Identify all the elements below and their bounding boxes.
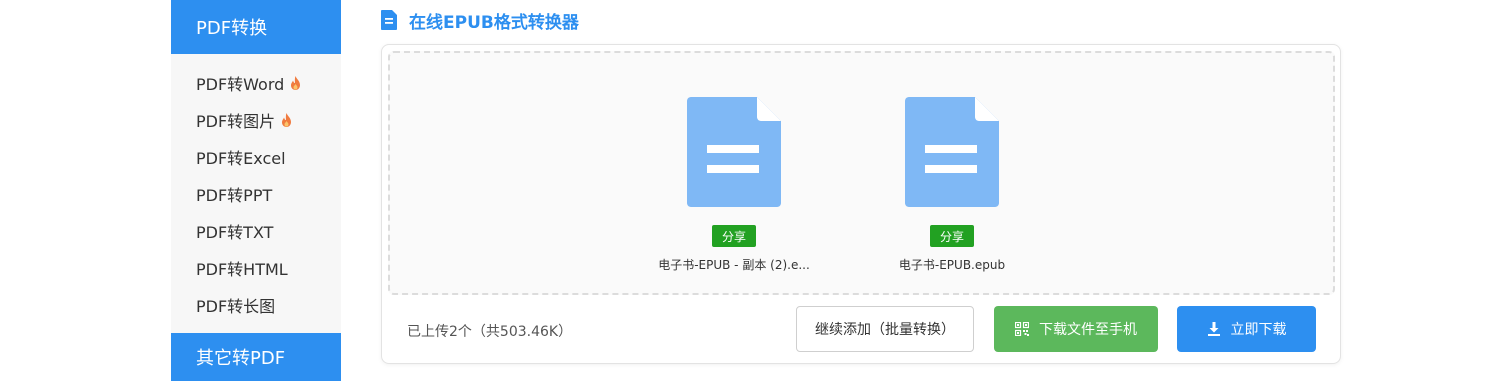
document-icon: [381, 10, 397, 30]
file-item: 分享 电子书-EPUB.epub: [872, 97, 1032, 273]
sidebar-item-label: PDF转TXT: [196, 222, 274, 242]
fire-icon: [291, 75, 301, 90]
file-item: 分享 电子书-EPUB - 副本 (2).e...: [654, 97, 814, 273]
download-icon: [1207, 322, 1220, 336]
sidebar-item-pdf-to-txt[interactable]: PDF转TXT: [171, 212, 341, 249]
sidebar-item-label: PDF转长图: [196, 296, 276, 316]
file-dropzone[interactable]: 分享 电子书-EPUB - 副本 (2).e... 分享 电子书-EPUB.ep…: [388, 51, 1335, 295]
sidebar-item-pdf-to-long-image[interactable]: PDF转长图: [171, 286, 341, 323]
sidebar-item-label: PDF转Word: [196, 74, 285, 94]
sidebar-item-label: PDF转Excel: [196, 148, 286, 168]
file-icon: [687, 97, 781, 207]
converter-card: 分享 电子书-EPUB - 副本 (2).e... 分享 电子书-EPUB.ep…: [381, 44, 1341, 364]
sidebar: PDF转换 PDF转Word PDF转图片 PDF转Excel PDF转PPT …: [171, 0, 341, 381]
sidebar-item-pdf-to-excel[interactable]: PDF转Excel: [171, 138, 341, 175]
sidebar-item-pdf-to-html[interactable]: PDF转HTML: [171, 249, 341, 286]
qr-code-icon: [1015, 322, 1029, 336]
download-now-button[interactable]: 立即下载: [1177, 306, 1316, 352]
sidebar-item-pdf-to-ppt[interactable]: PDF转PPT: [171, 175, 341, 212]
add-more-button[interactable]: 继续添加（批量转换）: [796, 306, 974, 352]
share-button[interactable]: 分享: [711, 225, 756, 247]
sidebar-header[interactable]: PDF转换: [171, 0, 341, 54]
file-name: 电子书-EPUB.epub: [898, 258, 1006, 272]
sidebar-list: PDF转Word PDF转图片 PDF转Excel PDF转PPT PDF转TX…: [171, 54, 341, 323]
share-button[interactable]: 分享: [929, 225, 974, 247]
file-icon: [905, 97, 999, 207]
sidebar-item-pdf-to-image[interactable]: PDF转图片: [171, 101, 341, 138]
page-title-row: 在线EPUB格式转换器: [381, 8, 579, 33]
sidebar-footer[interactable]: 其它转PDF: [171, 333, 341, 381]
file-name: 电子书-EPUB - 副本 (2).e...: [658, 258, 810, 272]
download-to-phone-button[interactable]: 下载文件至手机: [994, 306, 1158, 352]
upload-summary: 已上传2个（共503.46K）: [407, 324, 573, 340]
sidebar-item-label: PDF转图片: [196, 111, 276, 131]
page-title: 在线EPUB格式转换器: [409, 12, 579, 33]
sidebar-item-pdf-to-word[interactable]: PDF转Word: [171, 64, 341, 101]
download-now-label: 立即下载: [1230, 322, 1287, 338]
download-to-phone-label: 下载文件至手机: [1039, 322, 1137, 338]
sidebar-item-label: PDF转PPT: [196, 185, 273, 205]
sidebar-item-label: PDF转HTML: [196, 259, 288, 279]
fire-icon: [282, 112, 292, 127]
action-bar: 已上传2个（共503.46K） 继续添加（批量转换） 下载文件至手机 立即下载: [382, 301, 1340, 361]
